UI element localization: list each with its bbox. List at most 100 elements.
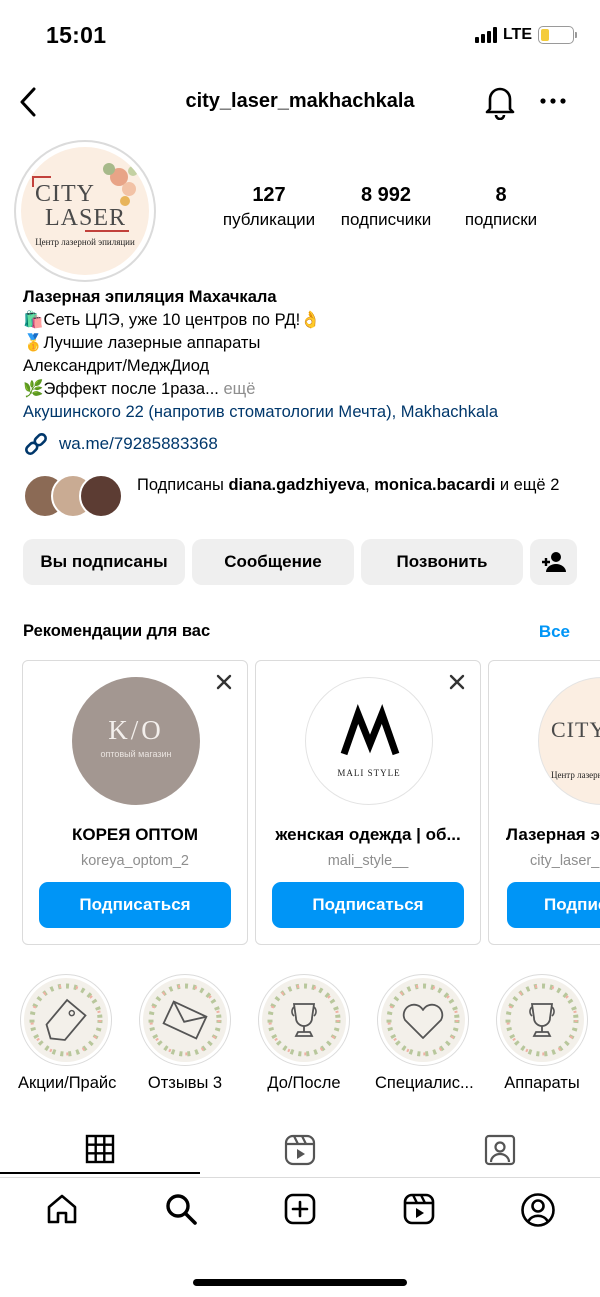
tab-tagged[interactable] xyxy=(400,1134,600,1166)
profile-avatar[interactable]: CITY LASER Центр лазерной эпиляции xyxy=(14,140,156,282)
stat-posts-count: 127 xyxy=(252,184,286,206)
trophy-icon xyxy=(505,983,579,1057)
mutual-user[interactable]: diana.gadzhiyeva xyxy=(228,476,365,494)
avatar-text-line2: LASER xyxy=(45,205,127,231)
suggestion-username: koreya_optom_2 xyxy=(80,853,189,869)
bio-name: Лазерная эпиляция Махачкала xyxy=(23,288,277,306)
suggestion-avatar[interactable]: MALI STYLE xyxy=(305,677,433,805)
tab-grid[interactable] xyxy=(0,1134,200,1164)
tab-divider xyxy=(0,1177,600,1178)
following-button[interactable]: Вы подписаны xyxy=(23,539,185,585)
mutual-user[interactable]: monica.bacardi xyxy=(374,476,495,494)
bell-icon xyxy=(485,87,515,121)
bio-line: Александрит/МеджДиод xyxy=(23,357,210,375)
suggestion-username: mali_style__ xyxy=(327,853,409,869)
add-user-icon xyxy=(541,552,566,572)
follow-button[interactable]: Подписаться xyxy=(39,882,231,928)
mutual-suffix: и ещё 2 xyxy=(495,476,560,494)
avatar-text-line1: CITY xyxy=(35,181,95,207)
nav-home[interactable] xyxy=(2,1192,122,1226)
suggestions-title: Рекомендации для вас xyxy=(23,622,211,640)
highlight-reviews[interactable]: Отзывы 3 xyxy=(137,974,233,1093)
bio-more-link[interactable]: ещё xyxy=(219,380,255,398)
mutual-followers[interactable]: Подписаны diana.gadzhiyeva, monica.bacar… xyxy=(23,474,583,518)
suggestion-avatar[interactable]: CITY LAS Центр лазерн xyxy=(538,677,600,805)
profile-link-text: wa.me/79285883368 xyxy=(59,434,218,453)
suggestion-name: КОРЕЯ ОПТОМ xyxy=(71,825,198,844)
bio-line: 🛍️Сеть ЦЛЭ, уже 10 центров по РД!👌 xyxy=(23,311,321,329)
suggestion-card[interactable]: CITY LAS Центр лазерн Лазерная э city_la… xyxy=(488,660,600,945)
reels-icon xyxy=(403,1193,435,1225)
suggestion-username: city_laser_ xyxy=(530,853,600,869)
follow-button[interactable]: Подписаться xyxy=(507,882,600,928)
profile-bio: Лазерная эпиляция Махачкала 🛍️Сеть ЦЛЭ, … xyxy=(23,286,583,424)
home-indicator xyxy=(193,1279,407,1286)
link-icon xyxy=(25,433,47,455)
search-icon xyxy=(166,1194,197,1225)
highlight-label: Аппараты xyxy=(504,1074,580,1092)
stat-followers-label: подписчики xyxy=(340,210,432,229)
suggestion-logo-text: K/O xyxy=(108,715,164,745)
stat-following-count: 8 xyxy=(495,184,507,206)
profile-icon xyxy=(521,1193,555,1227)
bio-line: 🌿Эффект после 1раза... xyxy=(23,380,219,398)
avatar xyxy=(79,474,123,518)
battery-icon xyxy=(538,26,577,44)
close-icon[interactable] xyxy=(446,671,468,693)
suggestion-logo-sub: MALI STYLE xyxy=(337,768,401,778)
mutual-prefix: Подписаны xyxy=(137,476,229,494)
stat-posts[interactable]: 127 публикации xyxy=(210,184,328,230)
sale-tag-icon xyxy=(29,983,103,1057)
suggestions-see-all[interactable]: Все xyxy=(539,622,570,642)
highlight-label: Акции/Прайс xyxy=(18,1074,117,1092)
suggestion-logo-icon xyxy=(340,704,400,756)
nav-create[interactable] xyxy=(240,1192,360,1226)
nav-profile[interactable] xyxy=(478,1192,598,1228)
nav-search[interactable] xyxy=(121,1192,241,1226)
bio-line: 🥇Лучшие лазерные аппараты xyxy=(23,334,261,352)
avatar-caption: Центр лазерной эпиляции xyxy=(35,237,135,247)
bio-address[interactable]: Акушинского 22 (напротив стоматологии Ме… xyxy=(23,401,583,424)
call-button[interactable]: Позвонить xyxy=(361,539,523,585)
close-icon[interactable] xyxy=(213,671,235,693)
create-icon xyxy=(284,1193,316,1225)
stat-followers[interactable]: 8 992 подписчики xyxy=(328,184,444,230)
highlight-sale[interactable]: Акции/Прайс xyxy=(18,974,117,1093)
suggestion-avatar[interactable]: K/O оптовый магазин xyxy=(72,677,200,805)
status-indicators: LTE xyxy=(474,26,577,44)
tagged-icon xyxy=(484,1134,516,1166)
highlight-devices[interactable]: Аппараты xyxy=(494,974,590,1093)
more-options-button[interactable] xyxy=(538,88,568,114)
stat-posts-label: публикации xyxy=(222,210,316,229)
highlight-specialists[interactable]: Специалис... xyxy=(375,974,474,1093)
stat-following-label: подписки xyxy=(464,210,538,229)
active-tab-indicator xyxy=(0,1172,200,1174)
envelope-icon xyxy=(148,983,222,1057)
follow-button[interactable]: Подписаться xyxy=(272,882,464,928)
suggestion-card[interactable]: K/O оптовый магазин КОРЕЯ ОПТОМ koreya_o… xyxy=(22,660,248,945)
home-icon xyxy=(47,1194,77,1224)
message-button[interactable]: Сообщение xyxy=(192,539,354,585)
status-time: 15:01 xyxy=(46,22,107,48)
highlight-label: До/После xyxy=(267,1074,341,1092)
grid-icon xyxy=(85,1134,115,1164)
mutual-avatars xyxy=(23,474,123,518)
mutual-followers-text: Подписаны diana.gadzhiyeva, monica.bacar… xyxy=(137,474,559,496)
profile-link[interactable]: wa.me/79285883368 xyxy=(23,431,218,457)
highlight-label: Специалис... xyxy=(375,1074,474,1092)
highlight-label: Отзывы 3 xyxy=(147,1074,223,1092)
reels-icon xyxy=(284,1134,316,1166)
more-dots-icon xyxy=(540,98,566,104)
suggestion-card[interactable]: MALI STYLE женская одежда | об... mali_s… xyxy=(255,660,481,945)
notifications-button[interactable] xyxy=(482,82,518,121)
stat-following[interactable]: 8 подписки xyxy=(450,184,552,230)
avatar-image: CITY LASER Центр лазерной эпиляции xyxy=(21,147,149,275)
signal-icon xyxy=(474,27,497,43)
highlight-before-after[interactable]: До/После xyxy=(256,974,352,1093)
heart-icon xyxy=(386,983,460,1057)
suggest-users-button[interactable] xyxy=(530,539,577,585)
stat-followers-count: 8 992 xyxy=(360,184,412,206)
suggestion-name: Лазерная э xyxy=(506,825,600,844)
tab-reels[interactable] xyxy=(200,1134,400,1166)
nav-reels[interactable] xyxy=(359,1192,479,1226)
